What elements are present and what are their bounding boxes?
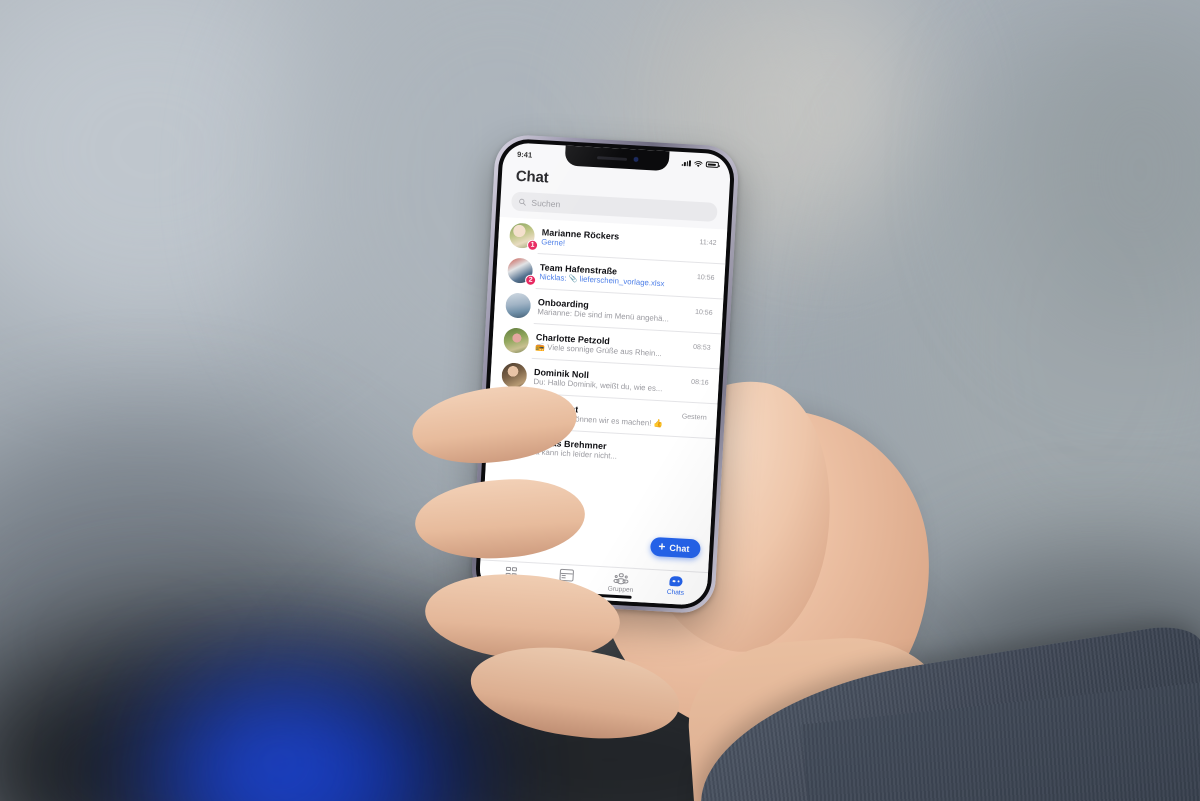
cellular-signal-icon: [681, 160, 692, 167]
chat-timestamp: 08:16: [690, 378, 709, 387]
new-chat-button[interactable]: + Chat: [649, 536, 701, 559]
chat-item-body: Team Hafenstraße 10:56 Nicklas: 📎 liefersc…: [539, 262, 715, 291]
search-placeholder: Suchen: [531, 197, 561, 209]
groups-people-icon: [613, 572, 629, 585]
chat-bubble-icon: [669, 575, 683, 587]
avatar[interactable]: 2: [506, 257, 537, 287]
avatar-image: [505, 292, 532, 319]
search-icon: [519, 198, 526, 206]
chat-timestamp: 10:56: [696, 273, 715, 282]
chat-item-body: Onboarding 10:56 Marianne: Die sind im Men…: [537, 297, 713, 326]
tab-label: Chats: [666, 588, 685, 597]
avatar[interactable]: [503, 327, 530, 354]
chat-timestamp: 08:53: [692, 343, 711, 352]
tab-chats[interactable]: Chats: [648, 574, 704, 598]
avatar[interactable]: [505, 292, 532, 319]
avatar-image: [503, 327, 530, 354]
photo-scene: 9:41 Chat Suchen 1 Marianne Röckers 11:4…: [0, 0, 1200, 801]
chat-timestamp: Gestern: [681, 413, 707, 422]
chat-timestamp: 11:42: [699, 238, 717, 247]
unread-badge: 2: [524, 274, 537, 287]
chat-timestamp: 10:56: [694, 308, 713, 317]
preview-emoji: 📻: [535, 342, 546, 352]
tab-icon: [613, 572, 629, 585]
tab-label: Gruppen: [607, 585, 634, 594]
chat-preview-sender: Nicklas:: [539, 272, 567, 283]
avatar[interactable]: 1: [508, 222, 539, 252]
battery-icon: [705, 161, 720, 169]
attachment-icon: 📎: [568, 276, 578, 284]
plus-icon: +: [658, 539, 666, 554]
avatar[interactable]: [501, 362, 528, 389]
tab-icon: [669, 575, 683, 588]
search-input[interactable]: Suchen: [510, 191, 718, 222]
chat-item-body: Charlotte Petzold 08:53 📻 Viele sonnige Gr…: [535, 332, 711, 361]
chat-preview-text: Gerne!: [541, 237, 566, 248]
chat-item-body: Dominik Noll 08:16 Du: Hallo Dominik, weiß…: [533, 367, 709, 396]
wifi-icon: [694, 160, 703, 167]
status-time: 9:41: [516, 149, 533, 160]
background-bokeh-light: [740, 0, 920, 220]
background-blue-light-core: [205, 715, 355, 801]
new-chat-label: Chat: [669, 542, 690, 554]
tab-gruppen[interactable]: Gruppen: [593, 571, 649, 595]
unread-badge: 1: [526, 239, 539, 252]
chat-item-body: Marianne Röckers 11:42 Gerne!: [541, 227, 717, 256]
avatar-image: [501, 362, 528, 389]
status-indicators: [681, 159, 720, 169]
